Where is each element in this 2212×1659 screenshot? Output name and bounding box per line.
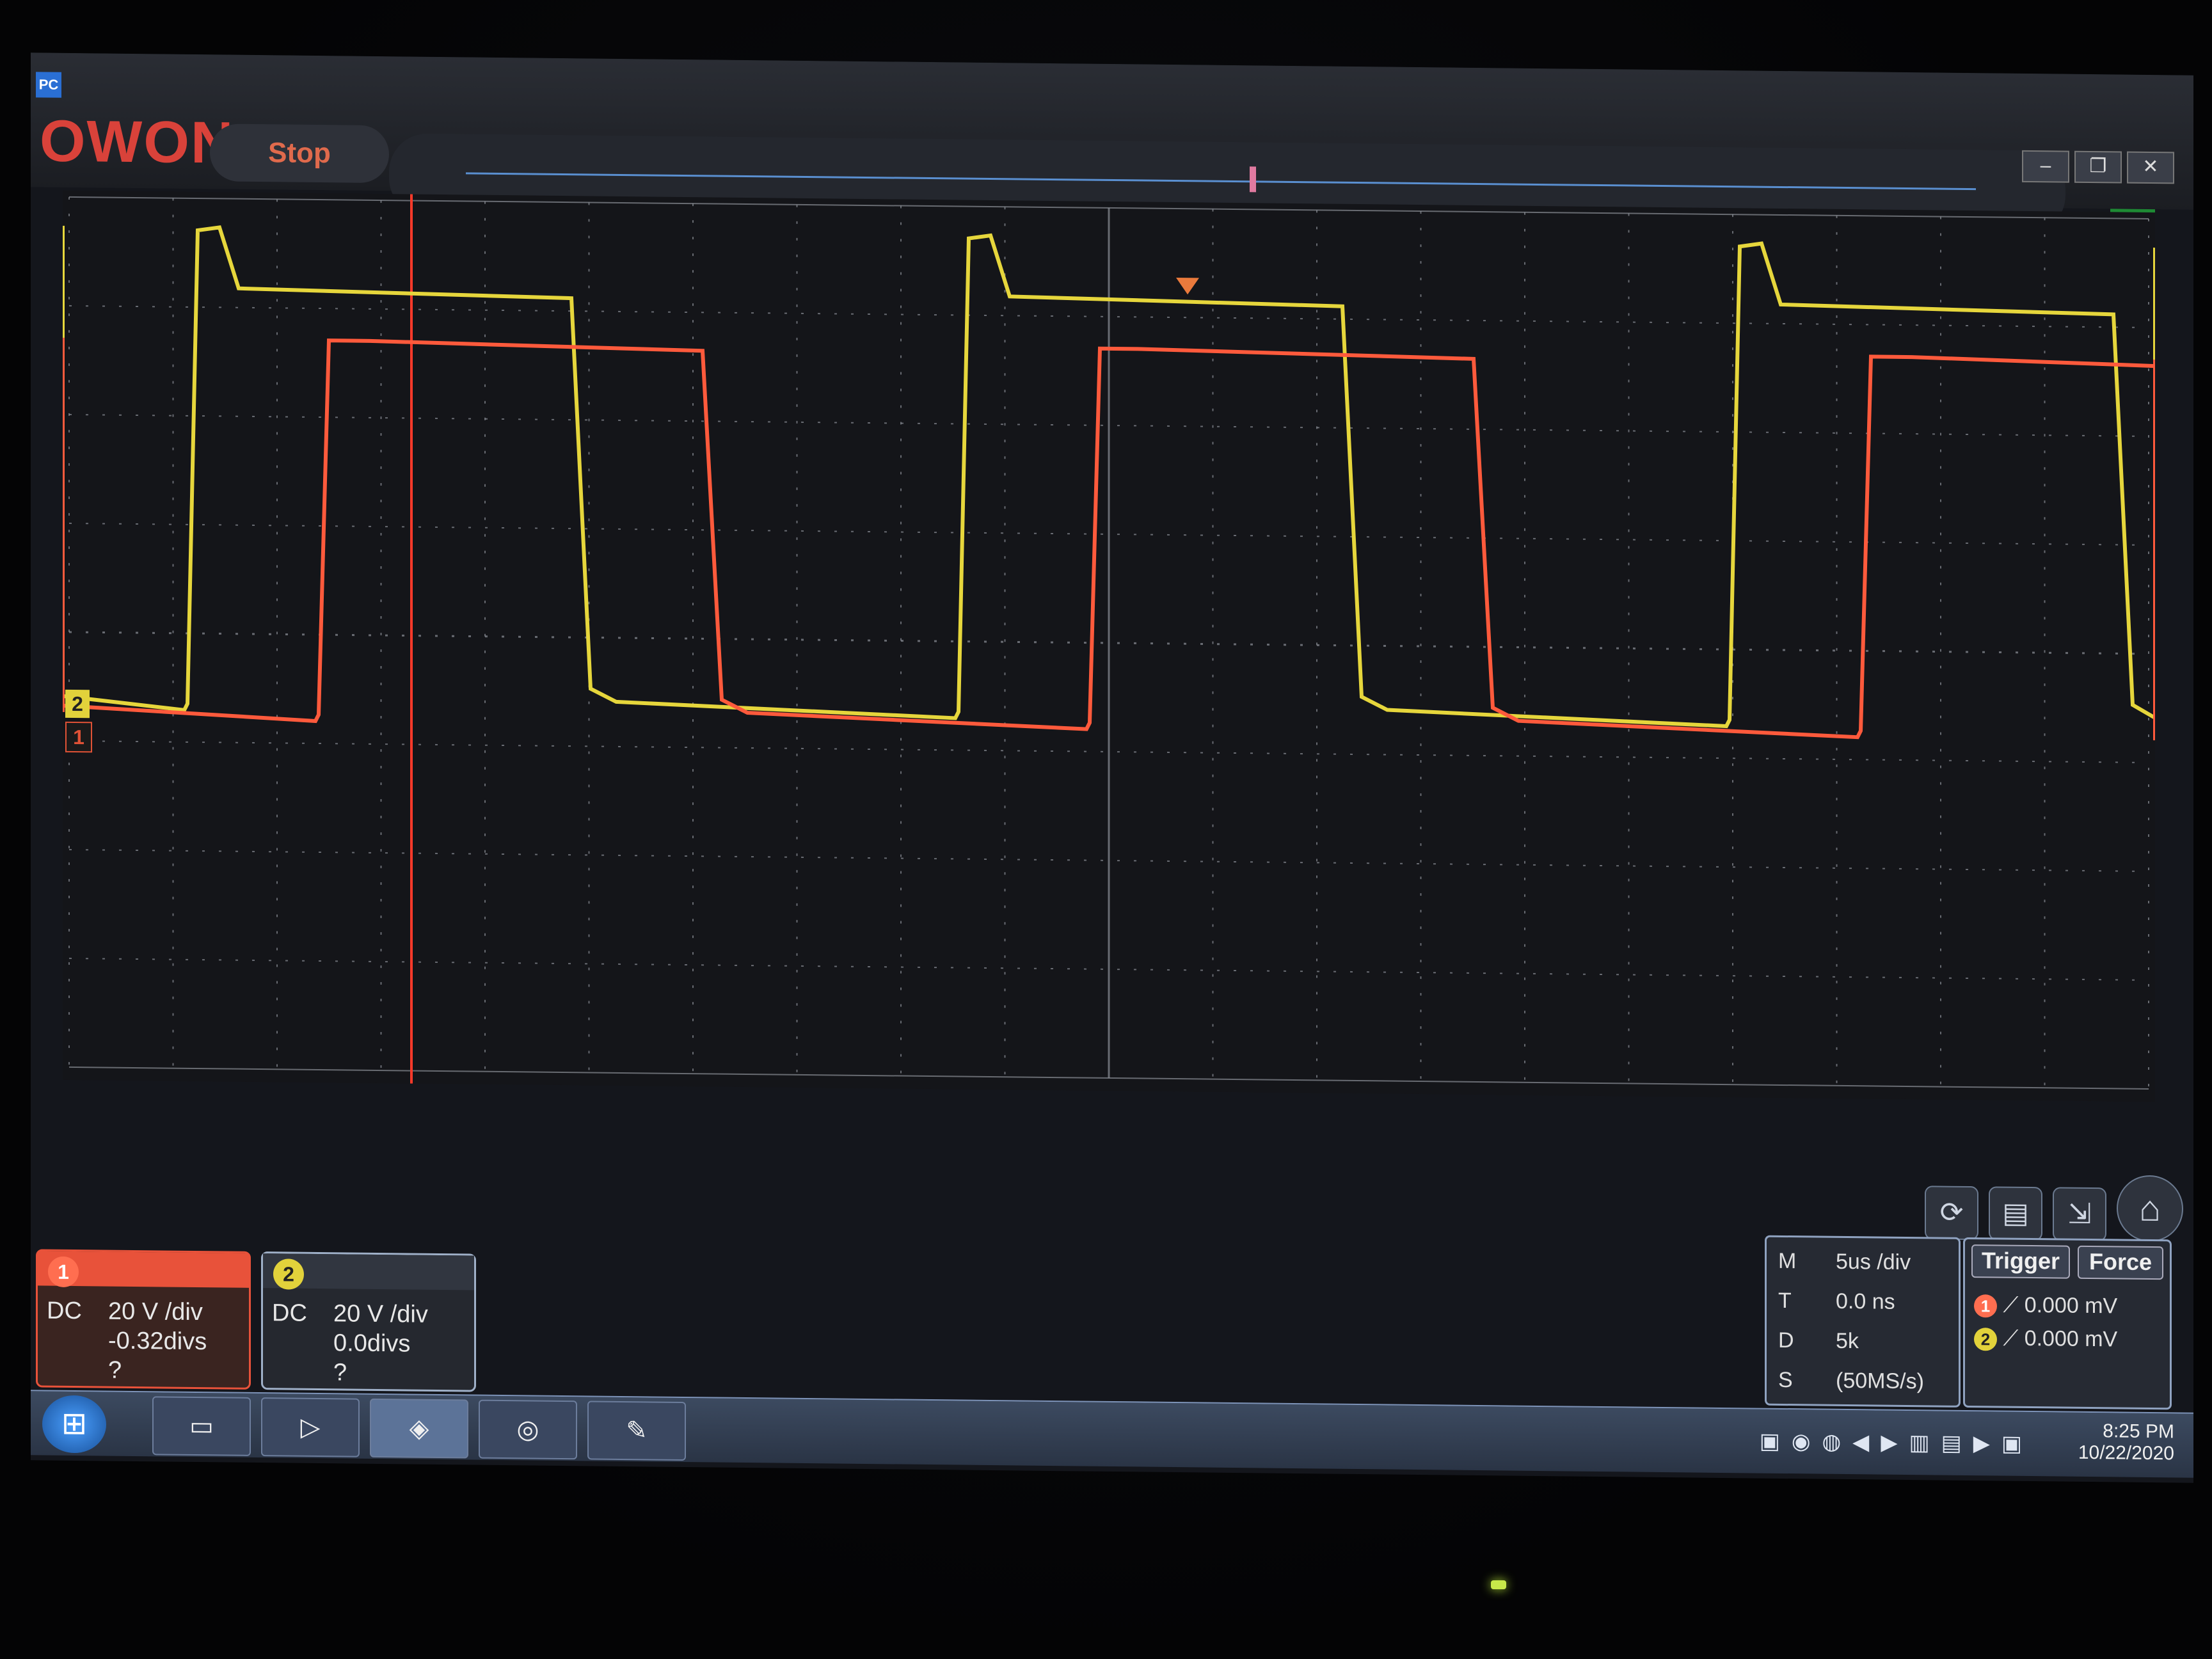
timebase-label: M bbox=[1778, 1248, 1797, 1274]
ch1-coupling: DC bbox=[47, 1297, 82, 1325]
ch1-level-marker[interactable]: 1 bbox=[65, 721, 92, 753]
timebase-value: 5us /div bbox=[1836, 1249, 1911, 1275]
trigger-time-label: T bbox=[1778, 1288, 1792, 1314]
ch1-trigger-badge: 1 bbox=[1974, 1294, 1997, 1318]
waveform-svg bbox=[63, 190, 2155, 1090]
ch2-trigger-badge: 2 bbox=[1974, 1328, 1997, 1351]
trigger-time-row: T 0.0 ns bbox=[1778, 1283, 1945, 1320]
memory-track bbox=[466, 172, 1976, 191]
ch1-settings-panel[interactable]: 1 DC 20 V /div -0.32divs ? bbox=[36, 1249, 251, 1390]
rising-edge-icon: ⟋ bbox=[2003, 1326, 2025, 1351]
ch2-level-marker[interactable]: 2 bbox=[65, 689, 90, 718]
sample-rate-row: S (50MS/s) bbox=[1778, 1363, 1945, 1399]
ch1-trigger-level: 0.000 mV bbox=[2024, 1292, 2118, 1319]
ch1-probe: ? bbox=[108, 1356, 122, 1384]
depth-label: D bbox=[1778, 1328, 1794, 1353]
trigger-panel: Trigger Force 1 ⟋ 0.000 mV 2 ⟋ 0.000 mV bbox=[1963, 1237, 2172, 1410]
taskbar-media-player-icon[interactable]: ▷ bbox=[261, 1397, 360, 1457]
sample-rate-value: (50MS/s) bbox=[1836, 1368, 1924, 1394]
ch1-volts-per-div: 20 V /div bbox=[108, 1298, 203, 1326]
clock-date: 10/22/2020 bbox=[2078, 1441, 2174, 1465]
sample-rate-label: S bbox=[1778, 1367, 1793, 1393]
rising-edge-icon: ⟋ bbox=[2003, 1292, 2025, 1317]
taskbar-chrome-icon[interactable]: ◎ bbox=[479, 1399, 577, 1460]
ch1-panel-header: 1 bbox=[38, 1251, 249, 1288]
title-bar: PC OWON Stop – ❐ ✕ A bbox=[31, 52, 2193, 264]
trigger-time-value: 0.0 ns bbox=[1836, 1289, 1895, 1314]
taskbar-owon-icon[interactable]: ◈ bbox=[370, 1398, 468, 1459]
taskbar-tools-icon[interactable]: ✎ bbox=[587, 1401, 686, 1461]
timebase-panel[interactable]: M 5us /div T 0.0 ns D 5k S (50MS/s) bbox=[1765, 1235, 1961, 1408]
ch2-settings-panel[interactable]: 2 DC 20 V /div 0.0divs ? bbox=[261, 1251, 476, 1392]
system-clock[interactable]: 8:25 PM 10/22/2020 bbox=[2078, 1420, 2174, 1465]
ch2-trigger-level: 0.000 mV bbox=[2024, 1326, 2118, 1352]
ch1-badge: 1 bbox=[48, 1256, 79, 1288]
memory-position-marker[interactable] bbox=[1250, 166, 1256, 193]
ch2-probe: ? bbox=[333, 1359, 347, 1386]
minimize-button[interactable]: – bbox=[2022, 150, 2069, 183]
restore-button[interactable]: ❐ bbox=[2074, 150, 2122, 184]
start-button[interactable]: ⊞ bbox=[42, 1395, 106, 1454]
refresh-icon[interactable]: ⟳ bbox=[1925, 1186, 1978, 1241]
clock-time: 8:25 PM bbox=[2103, 1420, 2174, 1443]
taskbar-explorer-icon[interactable]: ▭ bbox=[152, 1396, 251, 1456]
trigger-position-icon[interactable] bbox=[1176, 278, 1199, 295]
ch2-badge: 2 bbox=[273, 1258, 304, 1290]
oscilloscope-window: PC OWON Stop – ❐ ✕ A 2 1 ⟳ ▤ ⇲ ⌂ 1 DC 20… bbox=[31, 52, 2193, 1483]
ch2-coupling: DC bbox=[272, 1299, 307, 1327]
power-led bbox=[1491, 1580, 1506, 1589]
ch2-volts-per-div: 20 V /div bbox=[333, 1300, 428, 1328]
export-icon[interactable]: ⇲ bbox=[2053, 1187, 2106, 1242]
ch1-offset: -0.32divs bbox=[108, 1327, 207, 1356]
pc-badge: PC bbox=[36, 72, 61, 98]
system-tray-icons[interactable]: ▣◉◍◀▶▥▤▶▣ bbox=[1760, 1429, 2033, 1457]
window-controls: – ❐ ✕ bbox=[2022, 150, 2174, 184]
ch2-offset: 0.0divs bbox=[333, 1330, 411, 1358]
waveform-display[interactable]: 2 1 bbox=[63, 190, 2155, 1102]
ch1-trigger-row[interactable]: 1 ⟋ 0.000 mV bbox=[1974, 1290, 2166, 1321]
home-icon[interactable]: ⌂ bbox=[2117, 1175, 2183, 1242]
force-button[interactable]: Force bbox=[2078, 1245, 2163, 1280]
timebase-row: M 5us /div bbox=[1778, 1244, 1945, 1280]
close-button[interactable]: ✕ bbox=[2127, 151, 2174, 184]
depth-value: 5k bbox=[1836, 1328, 1859, 1354]
ch2-panel-header: 2 bbox=[263, 1253, 474, 1290]
ch2-trigger-row[interactable]: 2 ⟋ 0.000 mV bbox=[1974, 1324, 2166, 1354]
run-stop-button[interactable]: Stop bbox=[210, 123, 389, 184]
trigger-button[interactable]: Trigger bbox=[1971, 1244, 2070, 1279]
depth-row: D 5k bbox=[1778, 1323, 1945, 1360]
save-icon[interactable]: ▤ bbox=[1989, 1186, 2042, 1241]
owon-logo: OWON bbox=[40, 108, 235, 176]
